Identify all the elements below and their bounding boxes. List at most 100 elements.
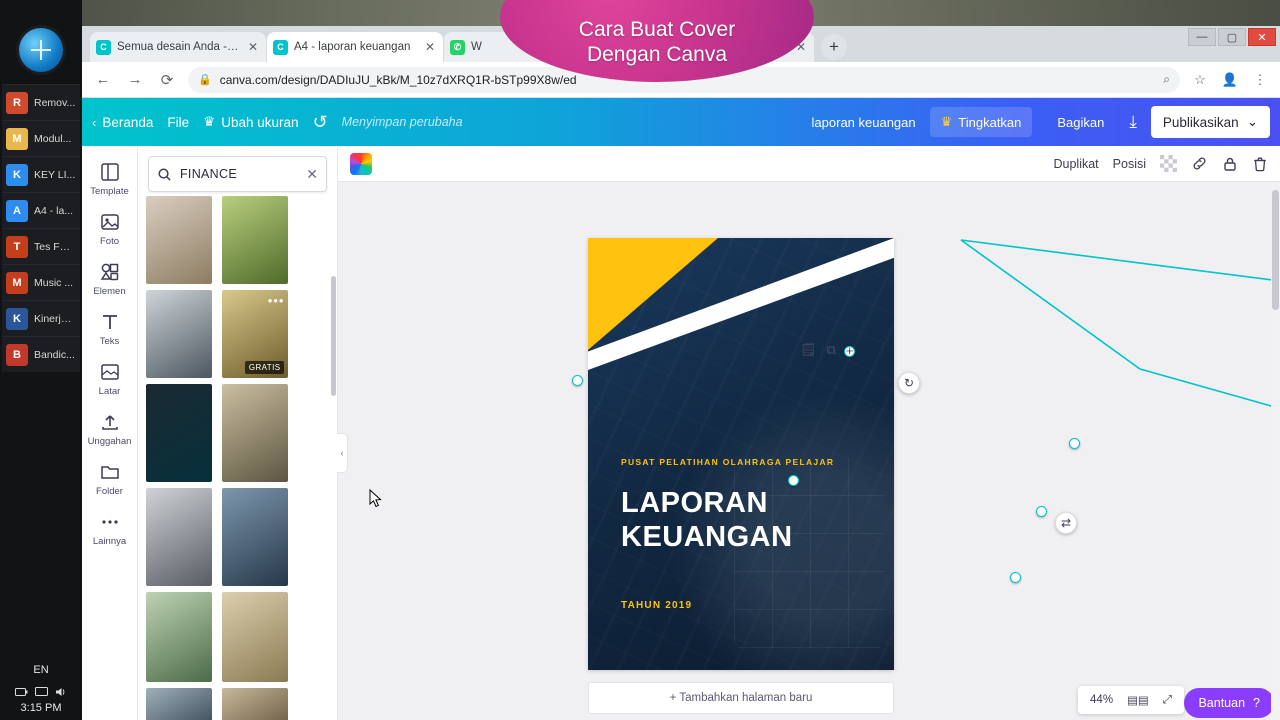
panel-scrollbar[interactable] <box>331 276 336 396</box>
upgrade-button[interactable]: ♛ Tingkatkan <box>929 107 1033 137</box>
cover-year[interactable]: TAHUN 2019 <box>621 600 874 611</box>
background-icon <box>100 361 120 383</box>
rail-item-latar[interactable]: Latar <box>82 354 138 402</box>
design-page[interactable]: PUSAT PELATIHAN OLAHRAGA PELAJAR LAPORAN… <box>588 238 894 670</box>
publish-button[interactable]: Publikasikan ⌄ <box>1150 106 1270 138</box>
taskbar-item-label: KEY LI... <box>34 168 76 181</box>
rail-item-foto[interactable]: Foto <box>82 204 138 252</box>
maximize-button[interactable]: ▢ <box>1218 28 1246 46</box>
document-name[interactable]: laporan keuangan <box>812 115 916 130</box>
back-button[interactable]: ← <box>92 69 114 91</box>
photo-grid[interactable]: ••• GRATIS <box>146 196 333 720</box>
pages-icon[interactable]: ▤▤ <box>1127 693 1149 707</box>
publish-label: Publikasikan <box>1162 114 1239 130</box>
system-tray[interactable] <box>2 682 80 702</box>
browser-tab-1[interactable]: C A4 - laporan keuangan ✕ <box>267 32 443 62</box>
selection-handle-top-right[interactable] <box>1069 438 1080 449</box>
rail-item-unggahan[interactable]: Unggahan <box>82 404 138 452</box>
zoom-controls[interactable]: 44% ▤▤ ⤢ <box>1078 686 1184 714</box>
reload-button[interactable]: ⟳ <box>156 69 178 91</box>
upload-icon <box>100 411 120 433</box>
duplicate-button[interactable]: Duplikat <box>1053 157 1098 171</box>
clock[interactable]: 3:15 PM <box>21 702 62 720</box>
taskbar-item-label: Kinerja ... <box>34 312 76 325</box>
thumb-more-icon[interactable]: ••• <box>268 293 285 308</box>
link-icon[interactable] <box>1191 155 1208 172</box>
photo-thumb-coins-plant-growth[interactable] <box>222 196 289 284</box>
rail-item-label: Foto <box>99 236 119 247</box>
search-query: FINANCE <box>180 167 237 181</box>
flip-icon[interactable]: ⇄ <box>1055 512 1077 534</box>
taskbar-item-5[interactable]: M Music ... <box>2 264 80 300</box>
resize-label: Ubah ukuran <box>221 114 299 130</box>
tab-close-icon[interactable]: ✕ <box>246 40 260 54</box>
home-button[interactable]: ‹ Beranda <box>92 115 153 130</box>
star-icon[interactable]: ☆ <box>1190 70 1210 90</box>
zoom-icon[interactable]: ⌕ <box>1163 72 1170 87</box>
trash-icon[interactable] <box>1252 156 1268 172</box>
taskbar-item-4[interactable]: T Tes Fot... <box>2 228 80 264</box>
start-button[interactable] <box>19 28 63 72</box>
file-menu[interactable]: File <box>167 115 189 130</box>
photo-thumb-team-hands-desk[interactable] <box>146 488 212 586</box>
rainbow-swatch[interactable] <box>350 152 372 175</box>
bandicam-icon: B <box>6 343 28 366</box>
search-input[interactable]: FINANCE ✕ <box>148 156 327 192</box>
photo-thumb-office-meeting[interactable] <box>146 688 212 720</box>
photo-thumb-calculator-charts[interactable] <box>146 592 212 682</box>
taskbar-item-3[interactable]: A A4 - la... <box>2 192 80 228</box>
close-button[interactable]: ✕ <box>1248 28 1276 46</box>
rail-item-teks[interactable]: Teks <box>82 304 138 352</box>
canva-topbar: ‹ Beranda File ♛ Ubah ukuran ↺ Menyimpan… <box>82 98 1280 146</box>
taskbar-item-2[interactable]: K KEY LI... <box>2 156 80 192</box>
taskbar-item-1[interactable]: M Modul... <box>2 120 80 156</box>
rail-item-folder[interactable]: Folder <box>82 454 138 502</box>
tab-close-icon[interactable]: ✕ <box>423 40 437 54</box>
resize-button[interactable]: ♛ Ubah ukuran <box>203 114 298 130</box>
menu-icon[interactable]: ⋮ <box>1250 70 1270 90</box>
rail-item-template[interactable]: Template <box>82 154 138 202</box>
undo-icon[interactable]: ↺ <box>313 112 328 133</box>
crown-icon: ♛ <box>203 114 216 129</box>
forward-button[interactable]: → <box>124 69 146 91</box>
photo-thumb-rolled-banknotes[interactable] <box>222 384 289 482</box>
cover-kicker[interactable]: PUSAT PELATIHAN OLAHRAGA PELAJAR <box>621 457 874 467</box>
canvas-scrollbar[interactable] <box>1271 182 1280 720</box>
transparency-icon[interactable] <box>1160 155 1177 172</box>
photo-thumb-coins-stacks-pen[interactable]: ••• GRATIS <box>222 290 289 378</box>
language-indicator[interactable]: EN <box>33 658 48 682</box>
canvas-area[interactable]: PUSAT PELATIHAN OLAHRAGA PELAJAR LAPORAN… <box>338 182 1280 720</box>
taskbar-item-7[interactable]: B Bandic... <box>2 336 80 372</box>
profile-icon[interactable]: 👤 <box>1220 70 1240 90</box>
help-button[interactable]: Bantuan ? <box>1184 688 1274 718</box>
browser-tab-0[interactable]: C Semua desain Anda - Canva ✕ <box>90 32 266 62</box>
rail-item-elemen[interactable]: Elemen <box>82 254 138 302</box>
cover-title-line2[interactable]: KEUANGAN <box>621 521 874 553</box>
photo-thumb-report-papers-chart[interactable] <box>222 592 289 682</box>
share-button[interactable]: Bagikan <box>1046 107 1115 137</box>
photo-thumb-city-skyscrapers[interactable] <box>222 488 289 586</box>
photo-thumb-laptop-charts-desk[interactable] <box>146 290 212 378</box>
new-tab-button[interactable]: + <box>821 34 847 60</box>
photo-thumb-hands-writing-notes[interactable] <box>146 196 212 284</box>
rotate-icon[interactable]: ↻ <box>898 372 920 394</box>
photo-thumb-stock-chart-dark[interactable] <box>146 384 212 482</box>
selection-handle-side[interactable] <box>1036 506 1047 517</box>
selection-handle-bottom-right[interactable] <box>1010 572 1021 583</box>
collapse-panel-button[interactable]: ‹ <box>337 433 348 473</box>
cover-title-line1[interactable]: LAPORAN <box>621 487 874 519</box>
clear-icon[interactable]: ✕ <box>306 166 318 183</box>
rail-item-lainnya[interactable]: Lainnya <box>82 504 138 552</box>
minimize-button[interactable]: — <box>1188 28 1216 46</box>
selection-handle-top-left[interactable] <box>572 375 583 386</box>
taskbar-item-0[interactable]: R Remov... <box>2 84 80 120</box>
rail-item-label: Lainnya <box>92 536 127 547</box>
expand-icon[interactable]: ⤢ <box>1163 694 1172 707</box>
canvas-scrollbar-thumb[interactable] <box>1272 190 1279 310</box>
position-button[interactable]: Posisi <box>1113 157 1146 171</box>
download-icon[interactable]: ⤓ <box>1129 112 1137 132</box>
lock-icon[interactable] <box>1222 156 1238 172</box>
taskbar-item-6[interactable]: K Kinerja ... <box>2 300 80 336</box>
photo-thumb-documents-analysis[interactable] <box>222 688 289 720</box>
add-page-button[interactable]: + Tambahkan halaman baru <box>588 682 894 714</box>
